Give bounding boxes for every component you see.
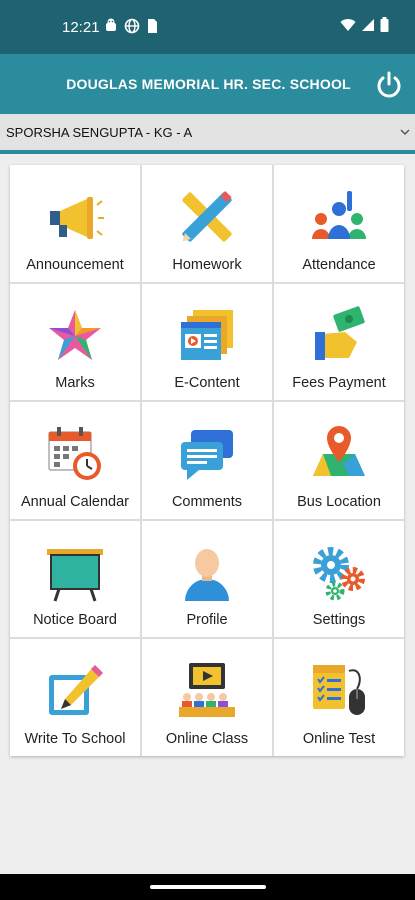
menu-item-attendance[interactable]: Attendance — [274, 165, 404, 282]
app-header: DOUGLAS MEMORIAL HR. SEC. SCHOOL — [0, 54, 415, 114]
student-name: SPORSHA SENGUPTA - KG - A — [6, 125, 193, 140]
menu-item-label: Online Test — [302, 730, 376, 747]
menu-item-online-test[interactable]: Online Test — [274, 639, 404, 756]
menu-item-bus-location[interactable]: Bus Location — [274, 402, 404, 519]
signal-icon — [362, 18, 374, 31]
menu-item-notice-board[interactable]: Notice Board — [10, 520, 140, 638]
status-bar: 12:21 — [0, 0, 415, 54]
status-notification-icons — [104, 18, 158, 34]
globe-icon — [124, 18, 140, 34]
menu-item-e-content[interactable]: E-Content — [142, 283, 272, 401]
menu-item-write-to-school[interactable]: Write To School — [10, 639, 140, 756]
menu-item-label: Announcement — [26, 256, 124, 273]
pencil-ruler-icon — [182, 191, 232, 242]
map-pin-icon — [313, 426, 365, 477]
menu-item-label: Settings — [312, 612, 366, 629]
chevron-down-icon — [400, 129, 410, 136]
menu-item-label: Bus Location — [297, 493, 381, 510]
menu-item-label: Fees Payment — [292, 375, 386, 392]
menu-item-label: E-Content — [174, 375, 240, 392]
menu-item-label: Homework — [172, 256, 242, 273]
wifi-icon — [340, 18, 356, 31]
hand-money-icon — [315, 305, 365, 360]
calendar-clock-icon — [48, 427, 101, 481]
write-pencil-icon — [49, 665, 103, 716]
student-selector[interactable]: SPORSHA SENGUPTA - KG - A — [0, 114, 415, 154]
chat-bubbles-icon — [181, 430, 233, 481]
sim-card-icon — [148, 19, 157, 33]
menu-grid: Announcement Homework Attendance Marks E… — [10, 165, 404, 756]
menu-item-label: Online Class — [165, 730, 249, 747]
power-icon — [377, 71, 401, 98]
menu-item-label: Notice Board — [33, 612, 117, 629]
menu-item-profile[interactable]: Profile — [142, 520, 272, 638]
menu-item-label: Attendance — [302, 256, 376, 273]
megaphone-icon — [50, 197, 104, 239]
board-icon — [47, 548, 103, 602]
menu-item-annual-calendar[interactable]: Annual Calendar — [10, 402, 140, 519]
menu-item-comments[interactable]: Comments — [142, 402, 272, 519]
online-class-icon — [179, 663, 235, 718]
menu-item-settings[interactable]: Settings — [274, 520, 404, 638]
logout-button[interactable] — [372, 68, 406, 102]
video-screens-icon — [181, 309, 233, 360]
menu-item-label: Write To School — [24, 730, 126, 747]
menu-item-fees-payment[interactable]: Fees Payment — [274, 283, 404, 401]
menu-item-label: Comments — [171, 493, 243, 510]
gears-icon — [313, 546, 365, 601]
school-title: DOUGLAS MEMORIAL HR. SEC. SCHOOL — [66, 76, 351, 92]
menu-item-homework[interactable]: Homework — [142, 165, 272, 282]
menu-item-online-class[interactable]: Online Class — [142, 639, 272, 756]
system-nav-bar — [0, 874, 415, 900]
menu-item-announcement[interactable]: Announcement — [10, 165, 140, 282]
battery-icon — [380, 17, 389, 32]
status-system-icons — [340, 17, 389, 32]
home-gesture-handle[interactable] — [150, 885, 266, 889]
menu-item-label: Marks — [55, 375, 95, 392]
star-icon — [49, 309, 101, 360]
menu-item-marks[interactable]: Marks — [10, 283, 140, 401]
people-raised-hand-icon — [312, 191, 366, 239]
menu-item-label: Profile — [186, 612, 228, 629]
user-icon — [185, 548, 229, 601]
menu-item-label: Annual Calendar — [20, 493, 130, 510]
test-mouse-icon — [313, 665, 365, 716]
android-icon — [106, 18, 116, 31]
status-time: 12:21 — [62, 19, 100, 36]
